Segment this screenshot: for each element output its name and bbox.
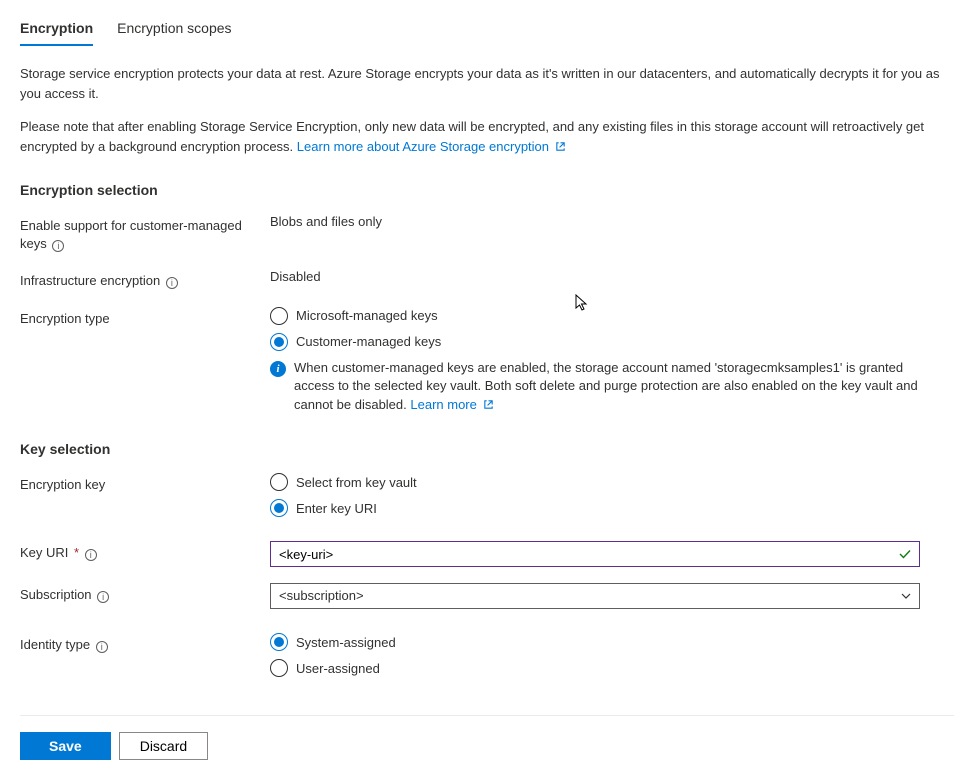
footer-buttons: Save Discard — [20, 732, 954, 760]
radio-microsoft-managed-keys[interactable]: Microsoft-managed keys — [270, 307, 920, 325]
tabs-bar: Encryption Encryption scopes — [20, 20, 954, 46]
learn-more-storage-encryption-link[interactable]: Learn more about Azure Storage encryptio… — [297, 139, 566, 154]
radio-user-assigned[interactable]: User-assigned — [270, 659, 920, 677]
radio-label-vault: Select from key vault — [296, 475, 417, 490]
label-subscription: Subscription i — [20, 583, 270, 604]
radio-label-system: System-assigned — [296, 635, 396, 650]
footer-divider — [20, 715, 954, 716]
section-title-key-selection: Key selection — [20, 441, 954, 457]
info-icon[interactable]: i — [97, 591, 109, 603]
radio-circle-icon — [270, 307, 288, 325]
learn-more-cmk-text: Learn more — [410, 397, 476, 412]
value-enable-support: Blobs and files only — [270, 214, 920, 229]
info-banner-body: When customer-managed keys are enabled, … — [294, 360, 918, 413]
info-banner-text: When customer-managed keys are enabled, … — [294, 359, 920, 416]
radio-label-microsoft: Microsoft-managed keys — [296, 308, 438, 323]
label-identity-type: Identity type i — [20, 633, 270, 654]
label-key-uri-text: Key URI — [20, 545, 68, 560]
intro-paragraph-2: Please note that after enabling Storage … — [20, 117, 954, 156]
radio-system-assigned[interactable]: System-assigned — [270, 633, 920, 651]
info-icon[interactable]: i — [52, 240, 64, 252]
section-title-encryption-selection: Encryption selection — [20, 182, 954, 198]
external-link-icon — [555, 141, 566, 152]
radio-circle-icon — [270, 473, 288, 491]
radio-circle-icon — [270, 633, 288, 651]
label-enable-support: Enable support for customer-managed keys… — [20, 214, 270, 253]
info-filled-icon: i — [270, 361, 286, 377]
save-button[interactable]: Save — [20, 732, 111, 760]
learn-more-cmk-link[interactable]: Learn more — [410, 397, 493, 412]
radio-circle-icon — [270, 333, 288, 351]
subscription-select[interactable]: <subscription> — [270, 583, 920, 609]
key-uri-input[interactable] — [270, 541, 920, 567]
label-encryption-key: Encryption key — [20, 473, 270, 494]
radio-customer-managed-keys[interactable]: Customer-managed keys — [270, 333, 920, 351]
info-icon[interactable]: i — [85, 549, 97, 561]
tab-encryption[interactable]: Encryption — [20, 20, 93, 46]
radio-group-encryption-key: Select from key vault Enter key URI — [270, 473, 920, 517]
intro-paragraph-1: Storage service encryption protects your… — [20, 64, 954, 103]
intro-text: Storage service encryption protects your… — [20, 64, 954, 156]
radio-group-identity-type: System-assigned User-assigned — [270, 633, 920, 677]
learn-more-link-text: Learn more about Azure Storage encryptio… — [297, 139, 549, 154]
radio-circle-icon — [270, 499, 288, 517]
label-infra-encryption: Infrastructure encryption i — [20, 269, 270, 290]
label-encryption-type: Encryption type — [20, 307, 270, 328]
discard-button[interactable]: Discard — [119, 732, 208, 760]
label-key-uri: Key URI * i — [20, 541, 270, 562]
required-asterisk: * — [74, 545, 79, 560]
info-banner-cmk: i When customer-managed keys are enabled… — [270, 359, 920, 416]
value-infra-encryption: Disabled — [270, 269, 920, 284]
radio-group-encryption-type: Microsoft-managed keys Customer-managed … — [270, 307, 920, 416]
label-subscription-text: Subscription — [20, 587, 92, 602]
radio-label-customer: Customer-managed keys — [296, 334, 441, 349]
info-icon[interactable]: i — [96, 641, 108, 653]
label-identity-type-text: Identity type — [20, 637, 90, 652]
external-link-icon — [483, 399, 494, 410]
radio-label-user: User-assigned — [296, 661, 380, 676]
radio-select-from-key-vault[interactable]: Select from key vault — [270, 473, 920, 491]
radio-enter-key-uri[interactable]: Enter key URI — [270, 499, 920, 517]
info-icon[interactable]: i — [166, 277, 178, 289]
tab-encryption-scopes[interactable]: Encryption scopes — [117, 20, 231, 46]
radio-label-uri: Enter key URI — [296, 501, 377, 516]
radio-circle-icon — [270, 659, 288, 677]
label-infra-encryption-text: Infrastructure encryption — [20, 273, 160, 288]
